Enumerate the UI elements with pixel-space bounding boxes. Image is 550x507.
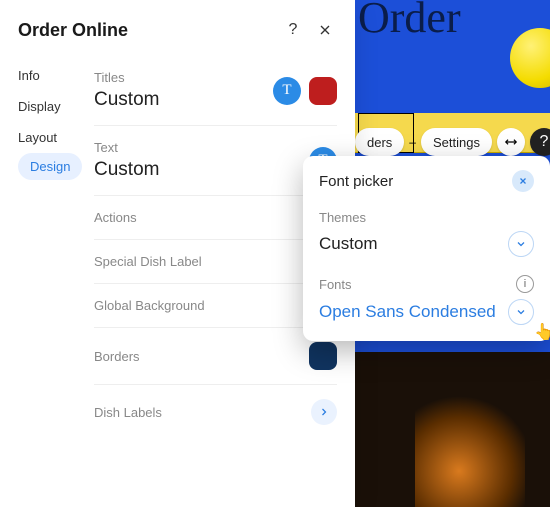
- section-borders[interactable]: Borders: [94, 328, 337, 385]
- section-label: Titles: [94, 70, 265, 85]
- help-icon[interactable]: ?: [530, 128, 550, 156]
- panel-tabs: Info Display Layout Design: [18, 56, 94, 439]
- tab-design[interactable]: Design: [18, 153, 82, 180]
- pill-separator: –: [409, 135, 416, 149]
- text-value[interactable]: Custom: [94, 155, 301, 181]
- resize-icon[interactable]: [497, 128, 525, 156]
- help-button[interactable]: ?: [281, 18, 305, 42]
- section-dish-labels[interactable]: Dish Labels: [94, 385, 337, 439]
- font-picker-popover: Font picker Themes Custom Fonts i Open S…: [303, 156, 550, 341]
- popover-title: Font picker: [319, 173, 512, 190]
- tab-info[interactable]: Info: [18, 60, 94, 91]
- section-actions[interactable]: Actions: [94, 196, 337, 240]
- panel-title: Order Online: [18, 20, 273, 41]
- popover-close-icon[interactable]: [512, 170, 534, 192]
- close-button[interactable]: [313, 18, 337, 42]
- info-icon[interactable]: i: [516, 275, 534, 293]
- pill-orders[interactable]: ders: [355, 128, 404, 156]
- preview-controls: ders – Settings ?: [355, 128, 550, 156]
- pill-settings[interactable]: Settings: [421, 128, 492, 156]
- fonts-label: Fonts: [319, 277, 516, 292]
- titles-value[interactable]: Custom: [94, 85, 265, 111]
- section-label: Text: [94, 140, 301, 155]
- themes-label: Themes: [319, 210, 534, 225]
- themes-dropdown-icon[interactable]: [508, 231, 534, 257]
- fonts-value[interactable]: Open Sans Condensed: [319, 302, 508, 322]
- preview-dish-photo: [355, 352, 550, 507]
- design-panel: Order Online ? Info Display Layout Desig…: [0, 0, 355, 507]
- tab-layout[interactable]: Layout: [18, 122, 94, 153]
- text-style-icon[interactable]: T: [273, 77, 301, 105]
- themes-value[interactable]: Custom: [319, 234, 508, 254]
- borders-color-swatch[interactable]: [309, 342, 337, 370]
- fonts-dropdown-icon[interactable]: [508, 299, 534, 325]
- preview-hero-text: Order: [358, 0, 461, 43]
- section-text: Text Custom T: [94, 126, 337, 196]
- section-titles: Titles Custom T: [94, 56, 337, 126]
- panel-header: Order Online ?: [0, 0, 355, 56]
- tab-display[interactable]: Display: [18, 91, 94, 122]
- section-global-background[interactable]: Global Background: [94, 284, 337, 328]
- section-special-dish[interactable]: Special Dish Label: [94, 240, 337, 284]
- chevron-right-icon[interactable]: [311, 399, 337, 425]
- titles-color-swatch[interactable]: [309, 77, 337, 105]
